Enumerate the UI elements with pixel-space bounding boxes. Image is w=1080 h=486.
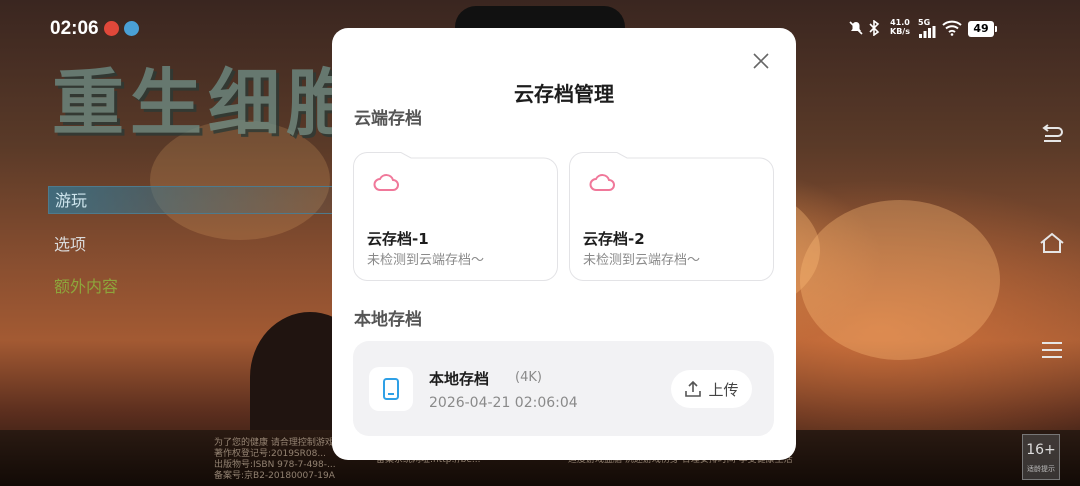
cloud-save-slot-2[interactable]: 云存档-2 未检测到云端存档〜 (569, 152, 774, 281)
cloud-save-name: 云存档-2 (583, 230, 645, 248)
game-logo: 重生细胞 (52, 61, 365, 145)
close-icon (753, 53, 769, 69)
cloud-save-status: 未检测到云端存档〜 (583, 253, 701, 268)
close-button[interactable] (750, 50, 772, 72)
cloud-save-status: 未检测到云端存档〜 (367, 253, 485, 268)
status-time: 02:06 (50, 18, 99, 39)
menu-play-button[interactable]: 游玩 (48, 186, 348, 214)
menu-icon[interactable] (1036, 334, 1068, 366)
cloud-save-dialog: 云存档管理 云端存档 云存档-1 未检测到云端存档〜 云存档-2 未检测到云端存… (332, 28, 796, 460)
cloud-save-name: 云存档-1 (367, 230, 429, 248)
local-save-size: (4K) (515, 370, 542, 385)
age-rating-badge: 16+ 适龄提示 (1022, 434, 1060, 480)
notification-app-icon (124, 21, 139, 36)
local-section-label: 本地存档 (354, 310, 422, 330)
network-speed-value: 41.0 (890, 18, 910, 27)
cloud-save-slot-1[interactable]: 云存档-1 未检测到云端存档〜 (353, 152, 558, 281)
mute-icon (848, 20, 864, 36)
battery-indicator: 49 (968, 21, 997, 37)
dialog-title: 云存档管理 (514, 82, 614, 106)
bluetooth-icon (868, 20, 880, 36)
local-save-card: 本地存档 (4K) 2026-04-21 02:06:04 上传 (353, 341, 774, 436)
local-save-name: 本地存档 (429, 370, 490, 388)
back-icon[interactable] (1036, 118, 1068, 150)
background-cloud (800, 200, 1000, 360)
age-rating-caption: 适龄提示 (1027, 465, 1055, 473)
cloud-section-label: 云端存档 (354, 109, 422, 129)
cloud-icon (589, 174, 615, 191)
upload-button[interactable]: 上传 (671, 370, 752, 408)
cloud-icon (373, 174, 399, 191)
menu-extra-content-button[interactable]: 额外内容 (54, 273, 118, 297)
phone-icon (369, 367, 413, 411)
signal-bars-icon (918, 26, 936, 38)
legal-notice-left: 为了您的健康 请合理控制游戏 著作权登记号:2019SR08... 出版物号:I… (214, 438, 336, 481)
notification-app-icon (104, 21, 119, 36)
wifi-icon (942, 20, 962, 36)
age-rating-value: 16+ (1026, 442, 1056, 458)
network-speed: 41.0 KB/s (890, 18, 910, 36)
network-speed-unit: KB/s (890, 27, 910, 36)
local-save-timestamp: 2026-04-21 02:06:04 (429, 395, 578, 411)
menu-options-button[interactable]: 选项 (54, 231, 86, 255)
upload-icon (685, 380, 702, 397)
home-icon[interactable] (1036, 227, 1068, 259)
upload-label: 上传 (708, 380, 739, 399)
